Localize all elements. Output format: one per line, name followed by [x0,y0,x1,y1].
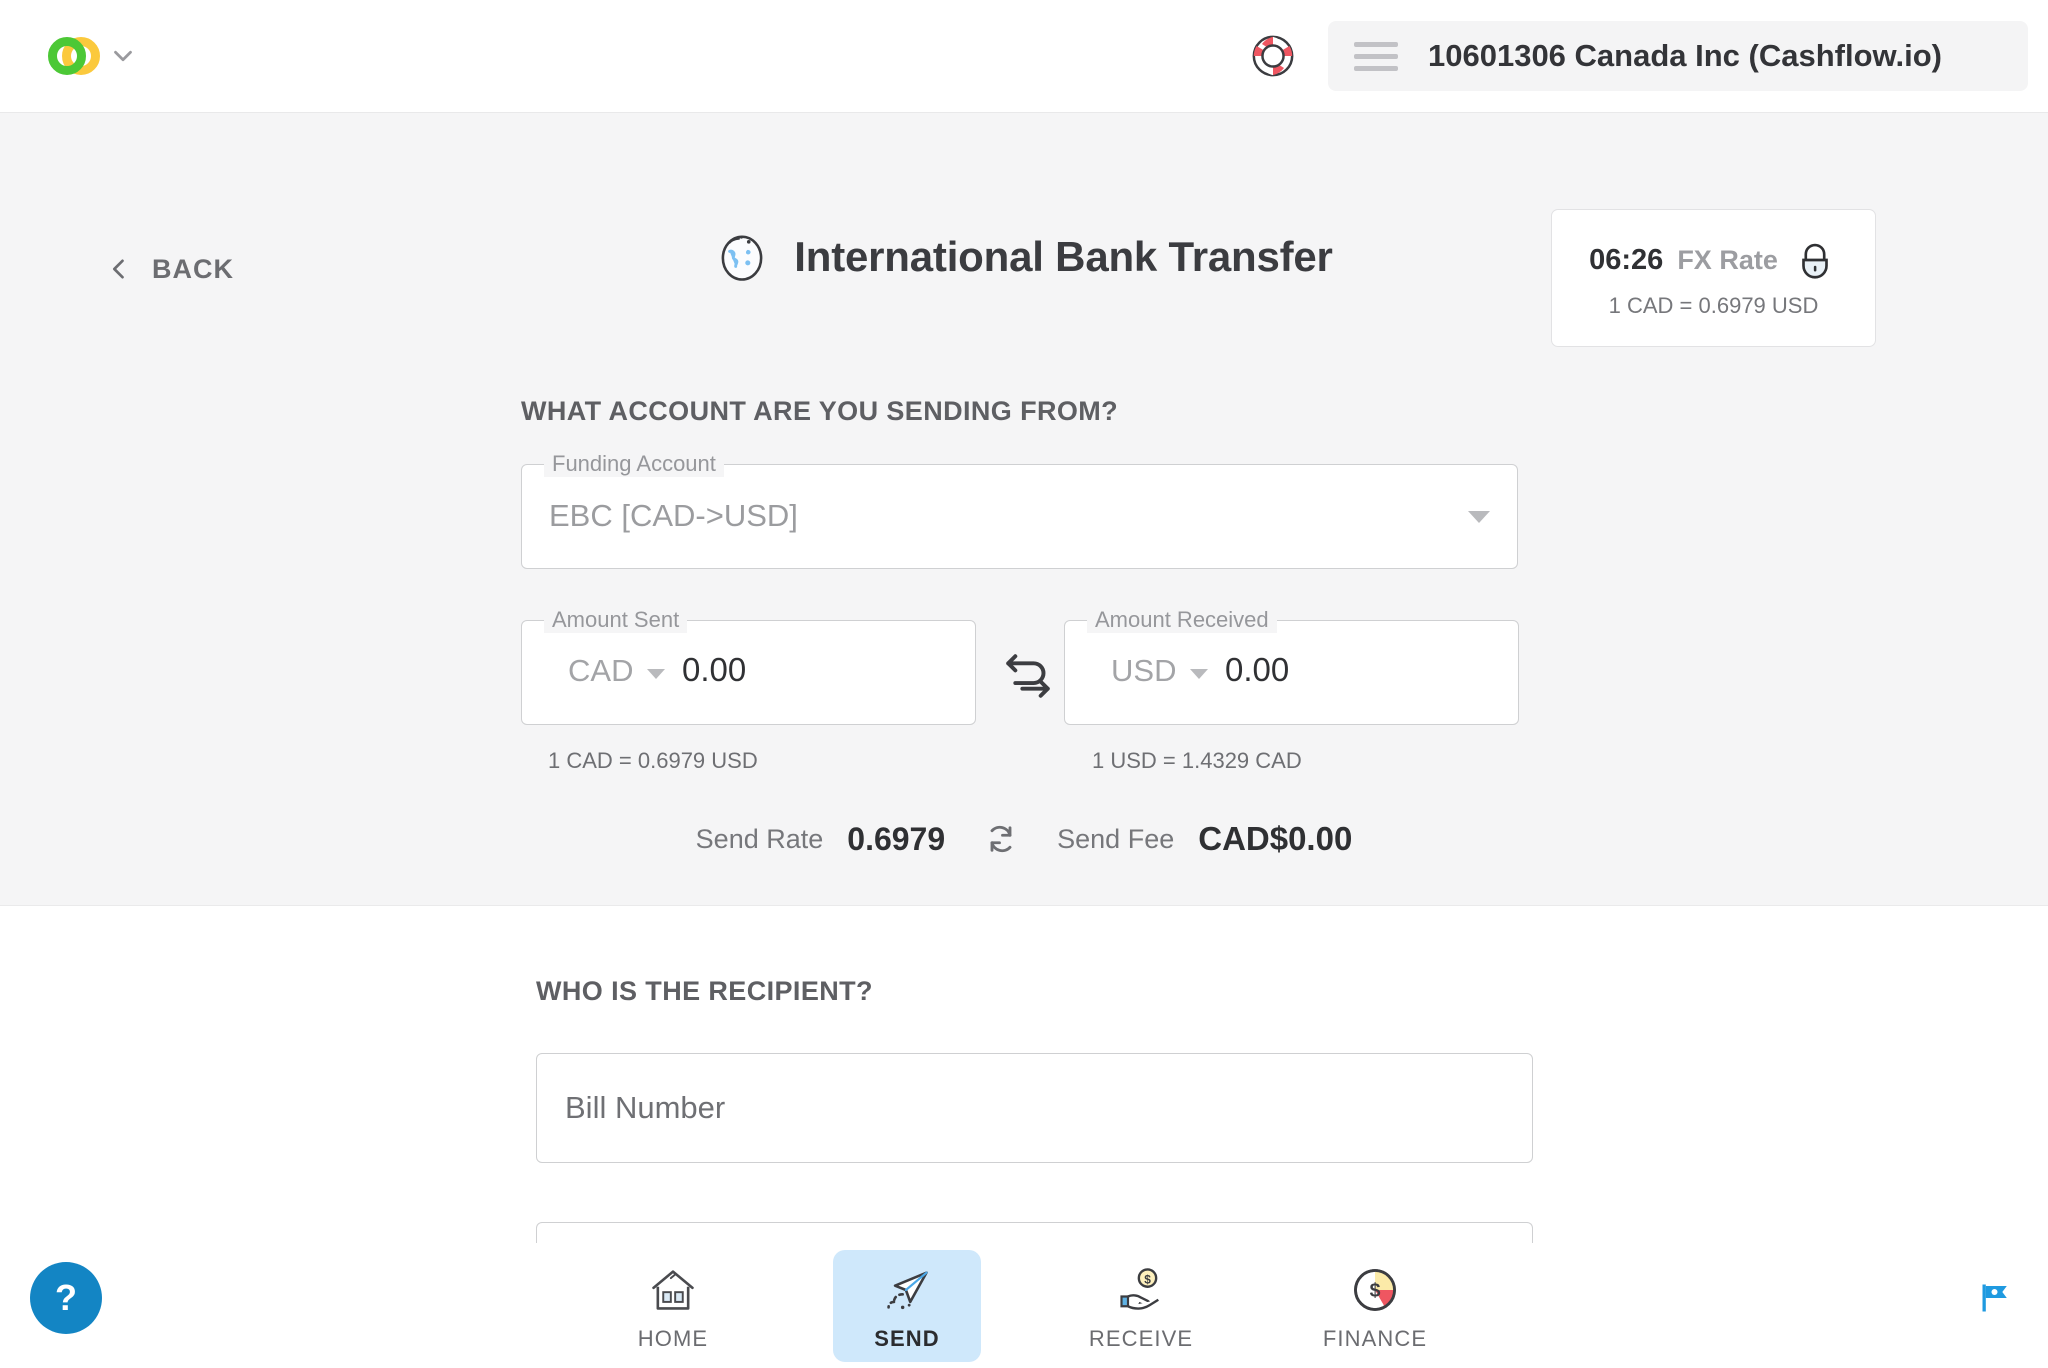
amount-sent-input[interactable]: 0.00 [682,651,746,689]
nav-item-home[interactable]: HOME [599,1250,747,1362]
header-right-group: 10601306 Canada Inc (Cashflow.io) [1250,21,2048,91]
bill-number-placeholder: Bill Number [565,1090,726,1125]
fx-rate-header-row: 06:26 FX Rate [1589,237,1838,283]
send-rate-label: Send Rate [695,823,824,854]
amount-received-currency-select[interactable]: USD [1111,653,1209,689]
funding-account-select[interactable]: Funding Account EBC [CAD->USD] [521,451,1518,569]
svg-text:$: $ [1144,1272,1151,1286]
amount-received-currency-code: USD [1111,653,1177,688]
amount-sent-legend: Amount Sent [544,607,688,633]
amount-sent-currency-select[interactable]: CAD [568,653,666,689]
funding-account-legend: Funding Account [544,451,724,477]
brand-logo-group[interactable] [48,33,138,79]
help-button[interactable]: ? [30,1262,102,1334]
question-mark-icon: ? [55,1277,77,1318]
chevron-down-icon[interactable] [108,41,138,71]
hand-coin-icon: $ [1120,1267,1159,1310]
padlock-icon [1802,243,1828,279]
amount-received-rate-note: 1 USD = 1.4329 CAD [1092,748,1302,773]
amount-sent-rate-note: 1 CAD = 0.6979 USD [548,748,758,773]
fx-rate-label: FX Rate [1677,244,1778,275]
page-title: International Bank Transfer [794,233,1333,280]
nav-label-home: HOME [637,1325,709,1351]
dropdown-caret-icon[interactable] [647,669,666,679]
fx-rate-card: 06:26 FX Rate 1 CAD = 0.6979 USD [1551,209,1876,347]
refresh-icon[interactable] [983,821,1019,857]
globe-icon [721,235,763,281]
account-name-label: 10601306 Canada Inc (Cashflow.io) [1428,38,1942,73]
fx-countdown-timer: 06:26 [1589,243,1664,276]
chevron-down-icon[interactable] [1968,39,2004,73]
amount-received-legend: Amount Received [1087,607,1277,633]
funding-account-value: EBC [CAD->USD] [549,498,798,533]
top-header-bar: 10601306 Canada Inc (Cashflow.io) [0,0,2048,113]
amount-sent-field[interactable]: Amount Sent CAD 0.00 [521,607,976,725]
bottom-nav-items: HOME SEND $ RECEIVE $ FINANCE [599,1249,1449,1362]
hamburger-menu-icon[interactable] [1354,41,1398,71]
dropdown-caret-icon[interactable] [1190,669,1209,679]
pie-chart-dollar-icon: $ [1354,1268,1396,1311]
account-selector[interactable]: 10601306 Canada Inc (Cashflow.io) [1328,21,2028,91]
amount-sent-currency-code: CAD [568,653,634,688]
section-title-recipient: WHO IS THE RECIPIENT? [536,976,873,1006]
nav-label-receive: RECEIVE [1088,1325,1194,1351]
bottom-navigation-bar: HOME SEND $ RECEIVE $ FINANCE [0,1243,2048,1368]
amount-received-input[interactable]: 0.00 [1225,651,1289,689]
nav-item-send[interactable]: SEND [833,1249,981,1362]
send-fee-value: CAD$0.00 [1198,820,1353,857]
fx-rate-value: 1 CAD = 0.6979 USD [1608,293,1819,318]
section-title-sending-from: WHAT ACCOUNT ARE YOU SENDING FROM? [521,396,1119,426]
lifebuoy-icon[interactable] [1250,33,1296,79]
cashflow-logo-icon [48,33,100,79]
flag-icon[interactable] [1978,1280,2014,1316]
send-fee-label: Send Fee [1057,823,1175,854]
nav-item-finance[interactable]: $ FINANCE [1301,1250,1449,1362]
nav-label-finance: FINANCE [1322,1325,1428,1351]
dropdown-caret-icon[interactable] [1468,511,1490,523]
svg-text:$: $ [1370,1279,1381,1301]
amount-received-field[interactable]: Amount Received USD 0.00 [1064,607,1519,725]
nav-item-receive[interactable]: $ RECEIVE [1067,1250,1215,1362]
house-icon [652,1269,694,1310]
paper-plane-icon [887,1270,928,1309]
app-root: 10601306 Canada Inc (Cashflow.io) BACK I [0,0,2048,1368]
rate-and-fee-row: Send Rate 0.6979 Send Fee CAD$0.00 [0,820,2048,858]
bill-number-field[interactable]: Bill Number [536,1053,1533,1163]
send-rate-value: 0.6979 [847,820,946,857]
swap-arrows-icon[interactable] [997,645,1059,707]
nav-label-send: SEND [874,1325,940,1351]
